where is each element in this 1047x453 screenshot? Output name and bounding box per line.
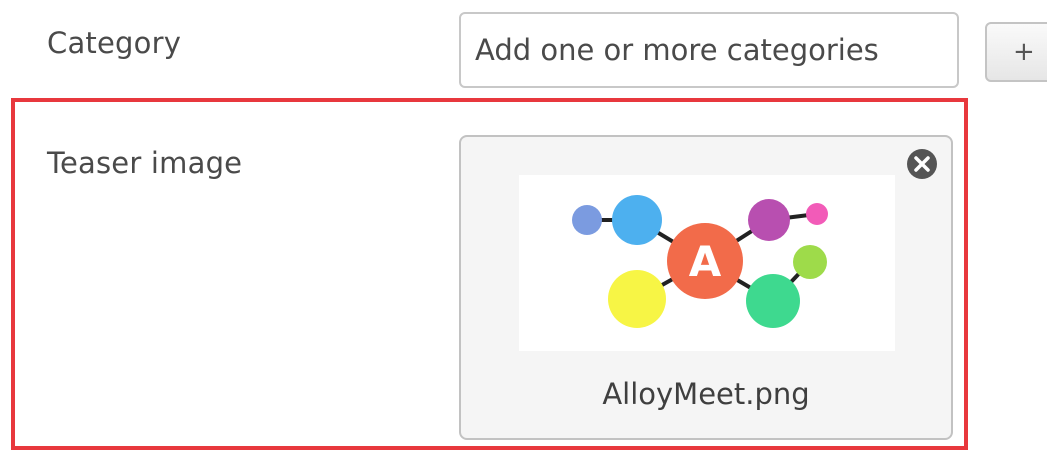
alloymeet-logo-icon: A — [572, 195, 828, 328]
category-input[interactable] — [459, 12, 959, 88]
logo-dot — [608, 270, 666, 328]
logo-dot — [806, 203, 828, 225]
logo-dot — [793, 245, 827, 279]
teaser-image-thumbnail: A — [519, 175, 895, 351]
teaser-image-filename: AlloyMeet.png — [602, 377, 810, 411]
category-label: Category — [47, 26, 182, 60]
logo-dot — [612, 195, 662, 245]
logo-letter: A — [689, 237, 722, 286]
add-category-button[interactable]: + — [985, 22, 1047, 82]
teaser-image-label: Teaser image — [47, 146, 243, 180]
content-edit-form: Category + Teaser image — [0, 0, 1047, 453]
close-circle-icon[interactable] — [905, 147, 939, 181]
logo-dot — [572, 205, 602, 235]
logo-dot — [746, 274, 800, 328]
logo-dot — [748, 199, 790, 241]
teaser-image-picker[interactable]: A AlloyMeet.png — [459, 135, 953, 440]
